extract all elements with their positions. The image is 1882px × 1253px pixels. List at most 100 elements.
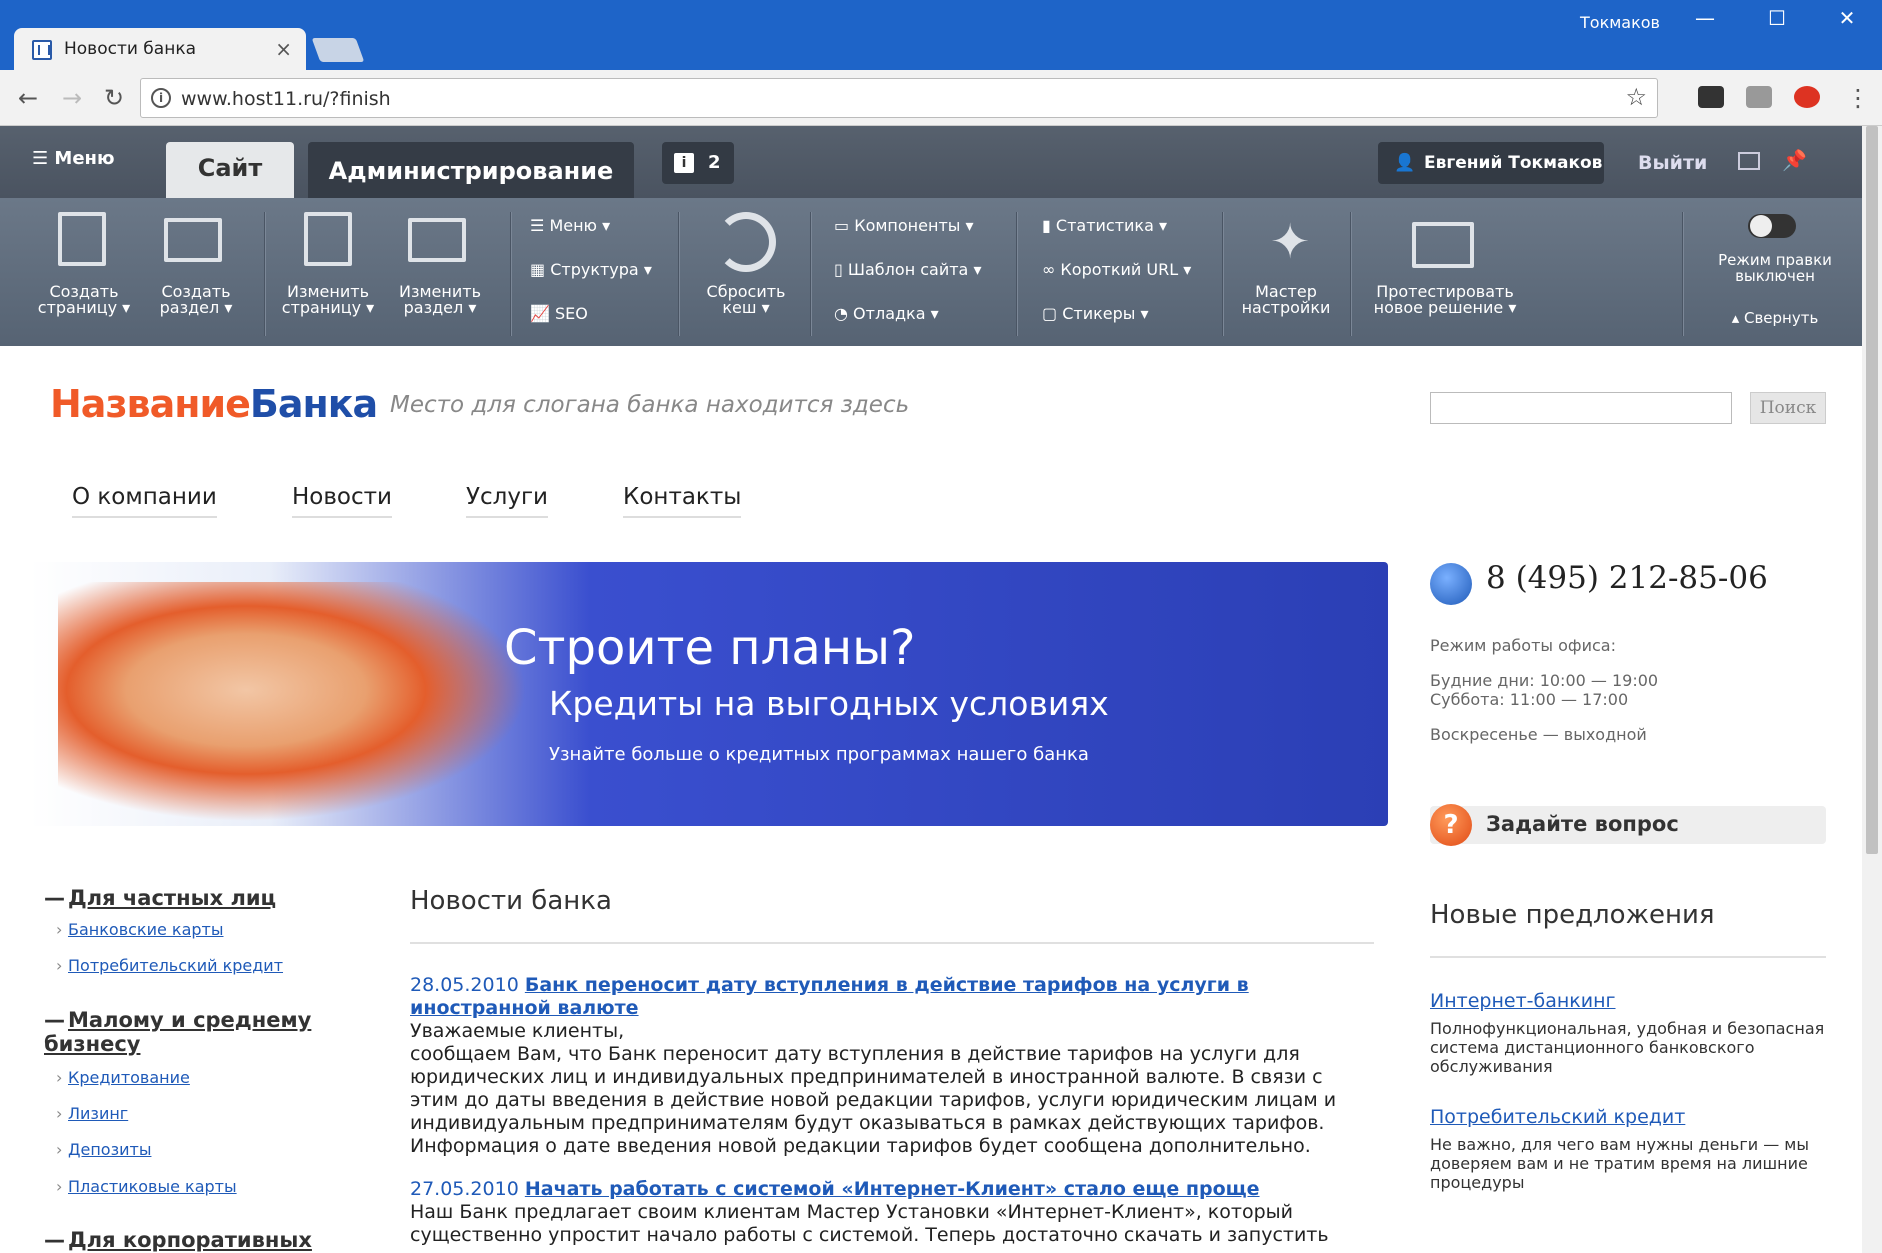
components-label: Компоненты ▾ bbox=[854, 216, 974, 235]
bank-logo[interactable]: НазваниеБанка bbox=[50, 382, 378, 426]
browser-menu-icon[interactable]: ⋮ bbox=[1840, 84, 1876, 112]
banner-title: Строите планы? bbox=[504, 620, 916, 676]
browser-titlebar: Новости банка × Токмаков — ☐ ✕ bbox=[0, 0, 1882, 72]
user-name: Евгений Токмаков bbox=[1424, 153, 1603, 173]
left-nav-item[interactable]: Депозиты bbox=[56, 1140, 152, 1159]
address-bar[interactable]: i www.host11.ru/?finish ☆ bbox=[140, 78, 1658, 118]
bookmark-star-icon[interactable]: ☆ bbox=[1625, 83, 1647, 111]
pin-icon[interactable]: 📌 bbox=[1782, 148, 1807, 172]
new-tab-button[interactable] bbox=[311, 38, 365, 62]
panel-settings-icon[interactable] bbox=[1738, 152, 1760, 170]
page-scrollbar[interactable] bbox=[1862, 126, 1882, 1253]
left-nav-item[interactable]: Банковские карты bbox=[56, 920, 223, 939]
nav-services[interactable]: Услуги bbox=[466, 484, 549, 518]
components-dropdown[interactable]: ▭ Компоненты ▾ bbox=[834, 216, 974, 235]
panel-menu-button[interactable]: ☰ Меню bbox=[32, 148, 114, 169]
forward-icon[interactable]: → bbox=[54, 84, 90, 112]
debug-label: Отладка ▾ bbox=[853, 304, 939, 323]
chart-icon: 📈 bbox=[530, 304, 556, 323]
collapse-button[interactable]: ▴ Свернуть bbox=[1710, 310, 1840, 326]
nav-contacts[interactable]: Контакты bbox=[623, 484, 742, 518]
tab-close-icon[interactable]: × bbox=[275, 37, 292, 61]
edit-mode-toggle[interactable] bbox=[1748, 214, 1796, 238]
notification-icon: i bbox=[674, 153, 694, 173]
admin-toolbar: Создать страницу ▾ Создать раздел ▾ Изме… bbox=[0, 198, 1862, 346]
left-nav-private[interactable]: Для частных лиц bbox=[44, 886, 276, 910]
left-nav-item[interactable]: Кредитование bbox=[56, 1068, 190, 1087]
refresh-icon bbox=[716, 212, 776, 272]
components-icon: ▭ bbox=[834, 216, 855, 235]
list-icon: ☰ bbox=[530, 216, 550, 235]
scrollbar-thumb[interactable] bbox=[1866, 126, 1878, 854]
left-nav-corporate[interactable]: Для корпоративных bbox=[44, 1228, 312, 1252]
test-solution-label: Протестировать новое решение ▾ bbox=[1373, 282, 1517, 317]
gauge-icon: ◔ bbox=[834, 304, 854, 323]
tab-administration[interactable]: Администрирование bbox=[308, 142, 634, 198]
site-template-dropdown[interactable]: ▯ Шаблон сайта ▾ bbox=[834, 260, 981, 279]
news-heading: Новости банка bbox=[410, 886, 612, 916]
browser-tab[interactable]: Новости банка × bbox=[14, 28, 306, 72]
seo-label: SEO bbox=[555, 304, 588, 323]
offer-link[interactable]: Потребительский кредит bbox=[1430, 1106, 1685, 1128]
grid-icon: ▦ bbox=[530, 260, 551, 279]
left-nav-item[interactable]: Потребительский кредит bbox=[56, 956, 283, 975]
adblock-extension-icon[interactable] bbox=[1794, 86, 1820, 108]
structure-label: Структура ▾ bbox=[550, 260, 652, 279]
reload-icon[interactable]: ↻ bbox=[96, 84, 132, 112]
sticker-icon: ▢ bbox=[1042, 304, 1063, 323]
debug-dropdown[interactable]: ◔ Отладка ▾ bbox=[834, 304, 939, 323]
promo-banner[interactable]: Строите планы? Кредиты на выгодных услов… bbox=[30, 562, 1388, 826]
user-icon: 👤 bbox=[1394, 153, 1416, 173]
banner-text: Узнайте больше о кредитных программах на… bbox=[549, 744, 1089, 765]
logout-link[interactable]: Выйти bbox=[1638, 152, 1707, 174]
short-url-dropdown[interactable]: ∞ Короткий URL ▾ bbox=[1042, 260, 1191, 279]
seo-button[interactable]: 📈 SEO bbox=[530, 304, 588, 323]
left-nav-item[interactable]: Пластиковые карты bbox=[56, 1177, 237, 1196]
toolbar-separator bbox=[1016, 212, 1018, 336]
news-title-link[interactable]: Начать работать с системой «Интернет-Кли… bbox=[525, 1178, 1260, 1200]
stickers-dropdown[interactable]: ▢ Стикеры ▾ bbox=[1042, 304, 1149, 323]
notification-count: 2 bbox=[708, 152, 721, 173]
question-icon: ? bbox=[1430, 804, 1472, 846]
site-info-icon[interactable]: i bbox=[151, 88, 171, 108]
reset-cache-label: Сбросить кеш ▾ bbox=[706, 282, 786, 317]
url-text[interactable]: www.host11.ru/?finish bbox=[181, 88, 391, 110]
tab-site[interactable]: Сайт bbox=[166, 142, 294, 198]
minimize-icon[interactable]: — bbox=[1680, 6, 1730, 30]
toolbar-separator bbox=[1222, 212, 1224, 336]
news-date: 27.05.2010 bbox=[410, 1178, 519, 1200]
admin-panel-top: ☰ Меню Сайт Администрирование i 2 👤 Евге… bbox=[0, 126, 1862, 198]
notifications-button[interactable]: i 2 bbox=[662, 142, 734, 184]
search-input[interactable] bbox=[1430, 392, 1732, 424]
maximize-icon[interactable]: ☐ bbox=[1752, 6, 1802, 30]
user-button[interactable]: 👤 Евгений Токмаков bbox=[1378, 142, 1604, 184]
close-window-icon[interactable]: ✕ bbox=[1822, 6, 1872, 30]
news-title-link[interactable]: Банк переносит дату вступления в действи… bbox=[410, 974, 1249, 1019]
bar-chart-icon: ▮ bbox=[1042, 216, 1056, 235]
hours-weekdays: Будние дни: 10:00 — 19:00 bbox=[1430, 671, 1659, 690]
nav-news[interactable]: Новости bbox=[292, 484, 392, 518]
hours-saturday: Суббота: 11:00 — 17:00 bbox=[1430, 690, 1629, 709]
hours-sunday: Воскресенье — выходной bbox=[1430, 725, 1647, 744]
reader-extension-icon[interactable] bbox=[1746, 86, 1772, 108]
nav-about[interactable]: О компании bbox=[72, 484, 217, 518]
slogan: Место для слогана банка находится здесь bbox=[390, 392, 910, 418]
offer-link[interactable]: Интернет-банкинг bbox=[1430, 990, 1616, 1012]
menu-dropdown-label: Меню ▾ bbox=[549, 216, 611, 235]
back-icon[interactable]: ← bbox=[10, 84, 46, 112]
incognito-extension-icon[interactable] bbox=[1698, 86, 1724, 108]
structure-dropdown[interactable]: ▦ Структура ▾ bbox=[530, 260, 652, 279]
edit-page-icon bbox=[304, 212, 352, 266]
short-url-label: Короткий URL ▾ bbox=[1060, 260, 1192, 279]
left-nav-smb[interactable]: Малому и среднему бизнесу bbox=[44, 1008, 334, 1056]
download-window-icon bbox=[1412, 222, 1474, 268]
menu-dropdown[interactable]: ☰ Меню ▾ bbox=[530, 216, 610, 235]
search-button[interactable]: Поиск bbox=[1750, 392, 1826, 424]
left-nav-item[interactable]: Лизинг bbox=[56, 1104, 128, 1123]
browser-profile-name[interactable]: Токмаков bbox=[1580, 13, 1660, 32]
ask-question-button[interactable]: ? Задайте вопрос bbox=[1430, 804, 1826, 846]
logo-part-2: Банка bbox=[249, 382, 378, 426]
hamburger-icon: ☰ bbox=[32, 148, 55, 169]
new-folder-icon bbox=[164, 218, 222, 262]
statistics-dropdown[interactable]: ▮ Статистика ▾ bbox=[1042, 216, 1167, 235]
